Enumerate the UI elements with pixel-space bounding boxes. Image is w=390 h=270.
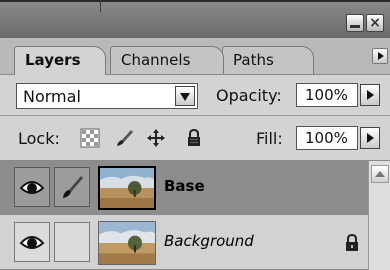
layer-row-base[interactable]: Base (0, 161, 368, 215)
eye-icon (19, 236, 45, 249)
opacity-field[interactable]: 100% (296, 83, 358, 107)
layers-list: Base Background (0, 161, 368, 270)
layer-thumbnail[interactable] (98, 221, 156, 265)
blend-mode-select[interactable]: Normal (16, 83, 198, 109)
tab-channels[interactable]: Channels (110, 46, 224, 74)
lock-icon (346, 234, 358, 251)
fill-value: 100% (305, 129, 348, 147)
eye-icon (19, 181, 45, 194)
fill-field[interactable]: 100% (296, 126, 358, 150)
title-bar-edge (0, 0, 390, 2)
title-bar-divider (100, 0, 109, 12)
lock-image-pixels-icon[interactable] (114, 128, 134, 148)
fill-slider-button[interactable] (360, 127, 380, 149)
minimize-button[interactable] (346, 14, 364, 32)
layer-name[interactable]: Base (164, 177, 205, 195)
blend-mode-value: Normal (23, 87, 81, 106)
panel-tabs: Layers Channels Paths (0, 38, 390, 75)
lock-fill-row: Lock: Fill: 100% (0, 116, 390, 161)
landscape-thumbnail-image (100, 168, 154, 208)
lock-label: Lock: (18, 129, 60, 148)
chevron-down-icon[interactable] (175, 86, 195, 106)
layer-row-background[interactable]: Background (0, 216, 368, 270)
tab-layers[interactable]: Layers (14, 46, 106, 75)
layers-scrollbar[interactable] (368, 161, 390, 270)
panel-menu-button[interactable] (372, 48, 388, 64)
layers-panel: × Layers Channels Paths Normal Opacity: … (0, 0, 390, 270)
tab-channels-label: Channels (121, 51, 191, 69)
blend-opacity-row: Normal Opacity: 100% (0, 75, 390, 116)
lock-position-icon[interactable] (146, 128, 166, 148)
tab-layers-label: Layers (25, 51, 81, 69)
minimize-icon (350, 24, 360, 28)
layer-thumbnail[interactable] (98, 166, 156, 210)
scroll-up-button[interactable] (371, 165, 389, 183)
layer-link-toggle[interactable] (54, 222, 90, 262)
opacity-slider-button[interactable] (360, 84, 380, 106)
brush-icon (63, 176, 83, 198)
lock-all-icon[interactable] (184, 128, 204, 148)
layer-link-toggle[interactable] (54, 167, 90, 207)
close-icon: × (369, 15, 381, 31)
tab-paths[interactable]: Paths (222, 46, 314, 74)
panel-title-bar[interactable]: × (0, 0, 390, 38)
lock-transparent-pixels-icon[interactable] (80, 128, 100, 148)
opacity-value: 100% (305, 86, 348, 104)
visibility-toggle[interactable] (14, 222, 50, 262)
close-button[interactable]: × (366, 14, 384, 32)
fill-label: Fill: (256, 129, 283, 148)
layer-name[interactable]: Background (164, 232, 254, 250)
landscape-thumbnail-image (99, 222, 155, 264)
tab-paths-label: Paths (233, 51, 274, 69)
visibility-toggle[interactable] (14, 167, 50, 207)
opacity-label: Opacity: (216, 86, 282, 105)
